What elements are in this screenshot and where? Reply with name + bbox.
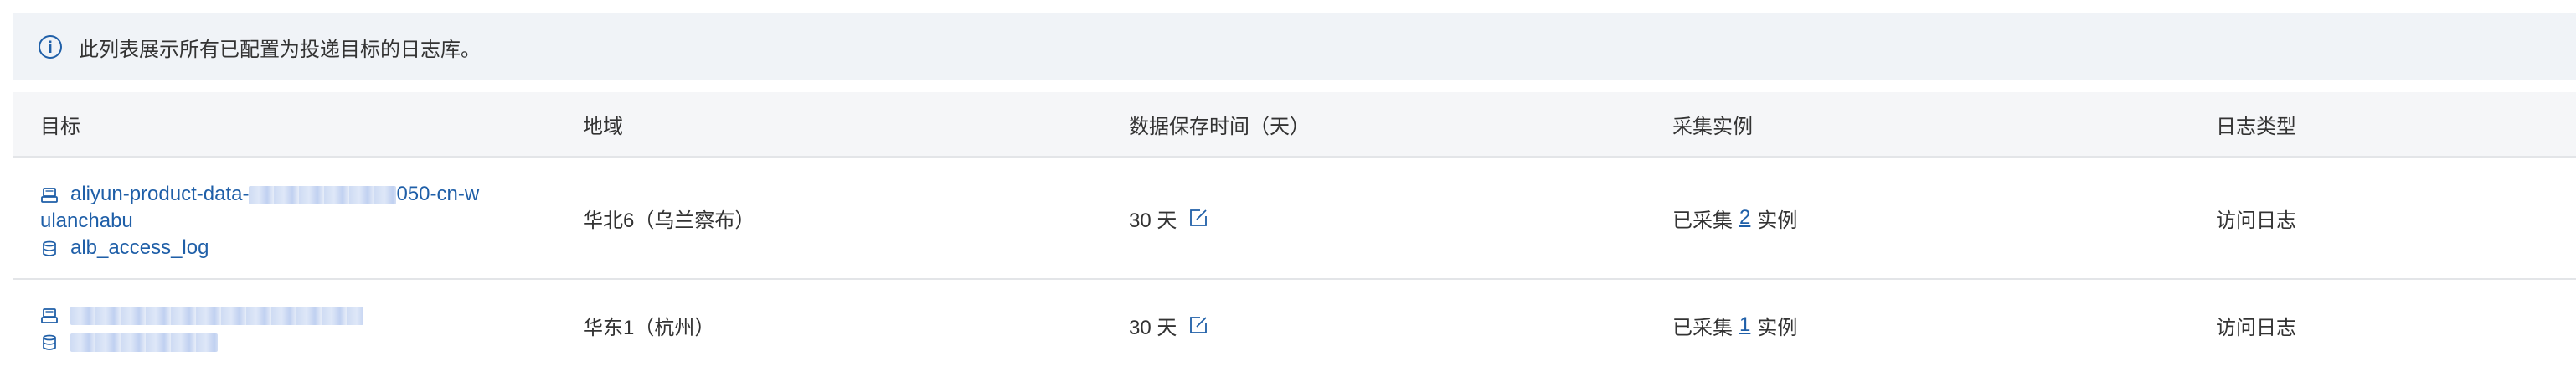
- database-icon: [40, 239, 59, 257]
- masked-text: [70, 333, 218, 352]
- logstore-line: alb_access_log: [40, 235, 559, 261]
- region-cell: 华北6（乌兰察布）: [583, 209, 755, 232]
- project-name-prefix: aliyun-product-data-: [70, 183, 250, 205]
- table-row: 华东1（杭州） 30 天 已采集 1 实例 访问日志: [13, 280, 2576, 370]
- edit-icon[interactable]: [1188, 208, 1208, 228]
- column-header-target: 目标: [40, 115, 80, 138]
- logstore-link[interactable]: [70, 328, 218, 355]
- table-header: 目标 地域 数据保存时间（天） 采集实例 日志类型: [13, 92, 2576, 158]
- instances-cell: 已采集 2 实例: [1672, 158, 1797, 278]
- log-type-cell: 访问日志: [2216, 316, 2296, 339]
- instances-cell: 已采集 1 实例: [1672, 280, 1797, 370]
- logstore-table: 目标 地域 数据保存时间（天） 采集实例 日志类型 aliyun-product…: [13, 92, 2576, 370]
- instance-count-link[interactable]: 1: [1739, 313, 1750, 337]
- collected-suffix: 实例: [1757, 316, 1798, 339]
- project-icon: [40, 185, 59, 204]
- retention-value: 30 天: [1129, 209, 1177, 232]
- retention-cell: 30 天: [1129, 280, 1208, 370]
- collected-prefix: 已采集: [1672, 316, 1733, 339]
- page: 此列表展示所有已配置为投递目标的日志库。 目标 地域 数据保存时间（天） 采集实…: [0, 0, 2576, 372]
- info-icon: [37, 34, 64, 60]
- column-header-retention: 数据保存时间（天）: [1129, 115, 1310, 138]
- logstore-line: [40, 328, 559, 355]
- project-line: [40, 302, 559, 328]
- project-link[interactable]: [70, 302, 363, 328]
- logstore-link[interactable]: alb_access_log: [70, 235, 209, 261]
- region-cell: 华东1（杭州）: [583, 316, 715, 339]
- project-name-suffix: 050-cn-w: [396, 183, 480, 205]
- retention-cell: 30 天: [1129, 158, 1208, 278]
- column-header-log-type: 日志类型: [2216, 115, 2296, 138]
- log-type-cell: 访问日志: [2216, 209, 2296, 232]
- project-line: aliyun-product-data- 050-cn-w: [40, 181, 559, 208]
- table-row: aliyun-product-data- 050-cn-w ulanchabu a…: [13, 158, 2576, 280]
- project-icon: [40, 306, 59, 324]
- info-banner: 此列表展示所有已配置为投递目标的日志库。: [13, 13, 2576, 80]
- project-name-wrap[interactable]: ulanchabu: [40, 208, 559, 235]
- instance-count-link[interactable]: 2: [1739, 206, 1750, 230]
- masked-text: [249, 185, 397, 204]
- column-header-instances: 采集实例: [1672, 115, 1753, 138]
- collected-suffix: 实例: [1757, 209, 1798, 232]
- masked-text: [70, 306, 363, 325]
- column-header-region: 地域: [583, 115, 623, 138]
- info-banner-text: 此列表展示所有已配置为投递目标的日志库。: [79, 38, 481, 61]
- target-cell: [40, 302, 559, 355]
- database-icon: [40, 333, 59, 351]
- collected-prefix: 已采集: [1672, 209, 1733, 232]
- target-cell: aliyun-product-data- 050-cn-w ulanchabu a…: [40, 181, 559, 261]
- edit-icon[interactable]: [1188, 315, 1208, 335]
- retention-value: 30 天: [1129, 316, 1177, 339]
- project-link[interactable]: aliyun-product-data- 050-cn-w: [70, 181, 479, 208]
